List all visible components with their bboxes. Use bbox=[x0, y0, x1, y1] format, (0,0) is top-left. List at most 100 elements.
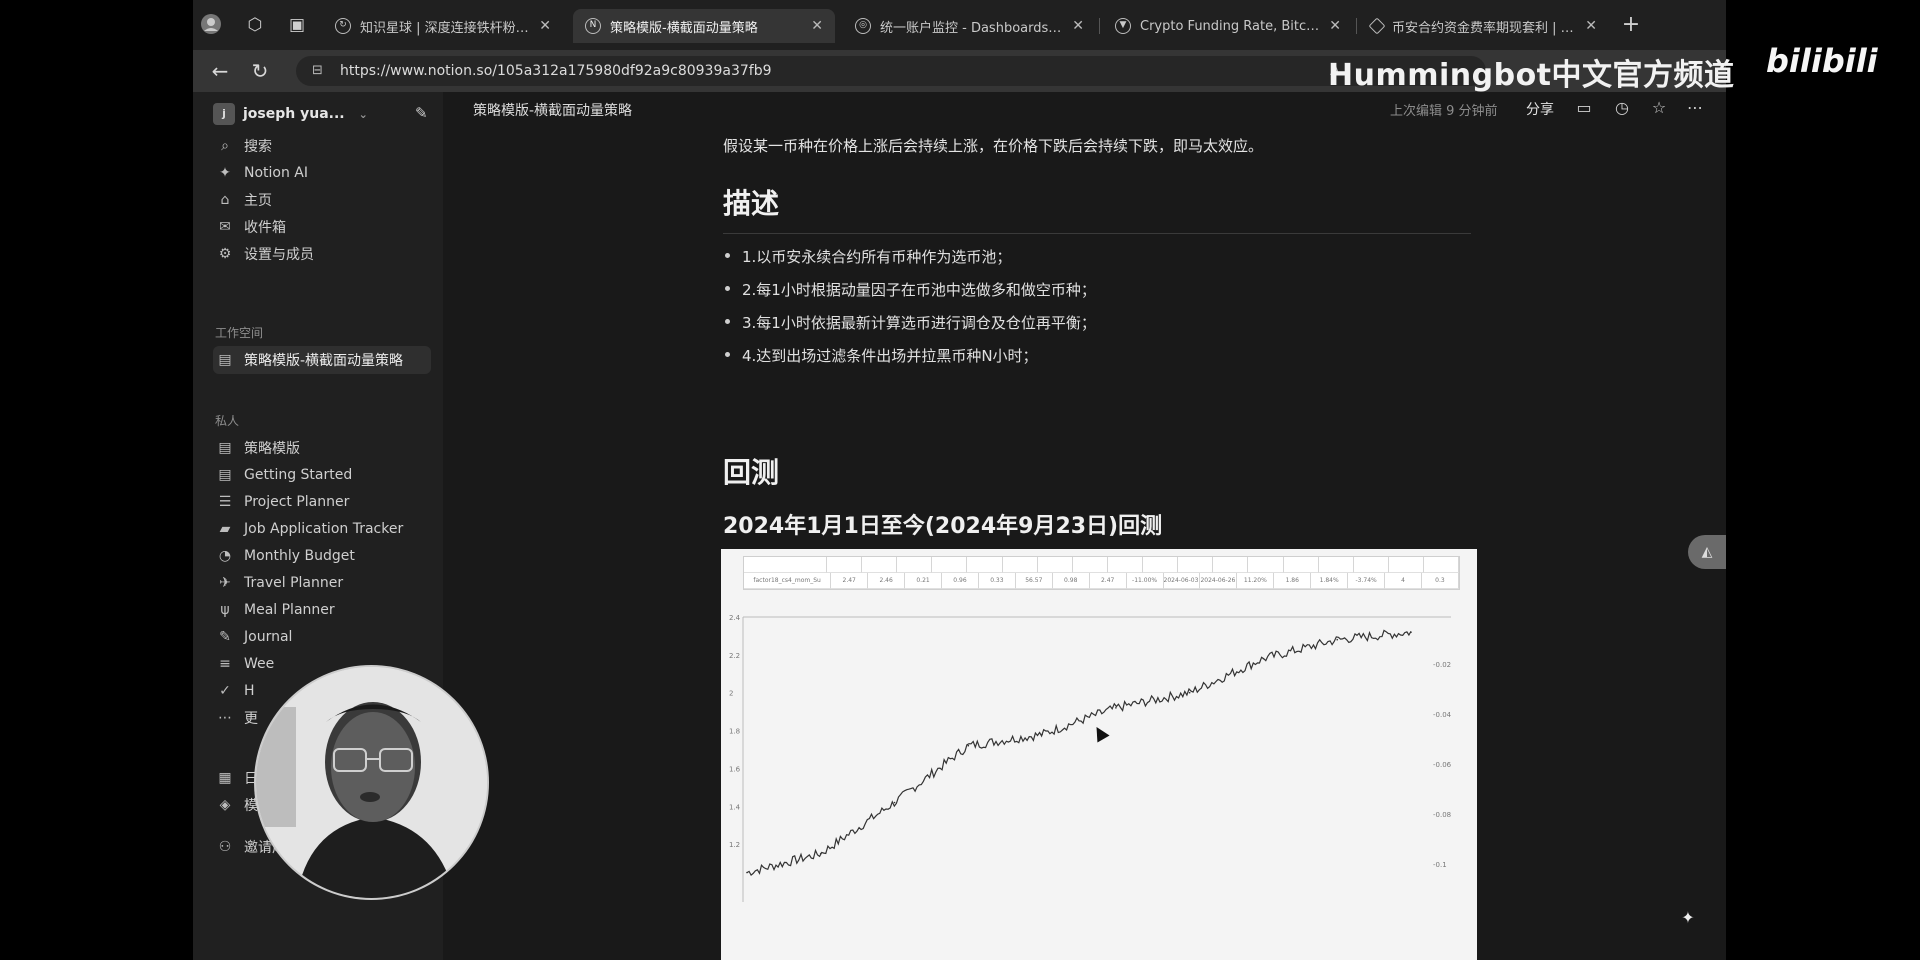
tab-separator bbox=[1099, 18, 1100, 34]
sidebar-item-settings[interactable]: ⚙ 设置与成员 bbox=[213, 240, 431, 268]
metrics-cell bbox=[826, 557, 862, 573]
y-tick-label: 2 bbox=[729, 690, 733, 698]
metrics-cell: 1.86 bbox=[1274, 573, 1312, 589]
share-button[interactable]: 分享 bbox=[1526, 99, 1554, 119]
tab-dashboards[interactable]: ◎ 统一账户监控 - Dashboards - G ✕ bbox=[843, 9, 1096, 43]
metrics-cell bbox=[932, 557, 968, 573]
metrics-cell: 4 bbox=[1385, 573, 1422, 589]
tab-separator bbox=[1356, 18, 1357, 34]
sidebar-item-monthly-budget[interactable]: ◔ Monthly Budget bbox=[213, 542, 431, 570]
sidebar-item-project-planner[interactable]: ☰ Project Planner bbox=[213, 488, 431, 516]
list-item: 3.每1小时依据最新计算选币进行调仓及仓位再平衡； bbox=[725, 312, 1096, 333]
sidebar-item-journal[interactable]: ✎ Journal bbox=[213, 623, 431, 651]
floating-side-widget[interactable]: ◭ bbox=[1688, 535, 1726, 569]
metrics-cell bbox=[1248, 557, 1284, 573]
y-tick-label: 2.2 bbox=[729, 652, 740, 660]
plane-icon: ✈ bbox=[219, 575, 231, 591]
metrics-cell bbox=[1388, 557, 1424, 573]
home-icon: ⌂ bbox=[220, 192, 230, 208]
data-point bbox=[1410, 631, 1412, 633]
tab-funding-rate[interactable]: ▼ Crypto Funding Rate, Bitcoin F ✕ bbox=[1103, 9, 1353, 43]
metrics-cell bbox=[1213, 557, 1249, 573]
y-tick-label: 1.4 bbox=[729, 803, 741, 811]
star-icon[interactable]: ☆ bbox=[1648, 97, 1670, 119]
back-arrow-icon[interactable]: ← bbox=[207, 58, 233, 84]
metrics-cell: 2.47 bbox=[831, 573, 869, 589]
close-tab-icon[interactable]: ✕ bbox=[1329, 18, 1341, 34]
close-tab-icon[interactable]: ✕ bbox=[811, 18, 823, 34]
sidebar-item-travel-planner[interactable]: ✈ Travel Planner bbox=[213, 569, 431, 597]
list-item: 4.达到出场过滤条件出场并拉黑币种N小时； bbox=[725, 345, 1038, 366]
metrics-cell bbox=[1037, 557, 1073, 573]
bullet-dot-icon bbox=[725, 319, 730, 324]
tab-bar: ⬡ ▣ ↻ 知识星球 | 深度连接铁杆粉丝，运 ✕ N 策略模版-横截面动量策略… bbox=[193, 0, 1726, 50]
profile-avatar-icon[interactable] bbox=[199, 13, 223, 37]
metrics-cell: -11.00% bbox=[1126, 573, 1164, 589]
backtest-chart-image[interactable]: factor18_cs4_mom_Su 2.47 2.46 0.21 0.96 0.33 5… bbox=[721, 549, 1477, 960]
metrics-cell bbox=[967, 557, 1003, 573]
right-tick-label: -0.08 bbox=[1433, 811, 1451, 819]
metrics-table: factor18_cs4_mom_Su 2.47 2.46 0.21 0.96 0.33 5… bbox=[743, 556, 1460, 590]
metrics-cell bbox=[1283, 557, 1319, 573]
tab-binance[interactable]: 币安合约资金费率期现套利 | 币安 ✕ bbox=[1359, 9, 1609, 43]
sidebar-item-strategy-template[interactable]: ▤ 策略模版 bbox=[213, 434, 431, 462]
more-options-icon[interactable]: ⋯ bbox=[1684, 97, 1706, 119]
workspaces-icon[interactable]: ⬡ bbox=[243, 13, 267, 37]
page-icon: ▤ bbox=[218, 467, 232, 483]
sidebar-item-search[interactable]: ⌕ 搜索 bbox=[213, 132, 431, 160]
pencil-icon: ✎ bbox=[219, 629, 231, 645]
sidebar-item-meal-planner[interactable]: ψ Meal Planner bbox=[213, 596, 431, 624]
close-tab-icon[interactable]: ✕ bbox=[539, 18, 551, 34]
metrics-cell: 2024-06-03 13:00:00 bbox=[1163, 573, 1201, 589]
site-info-icon[interactable]: ⊟ bbox=[312, 56, 323, 86]
workspace-switcher[interactable]: j joseph yua... ⌄ bbox=[213, 100, 368, 128]
url-input[interactable]: ⊟ https://www.notion.so/105a312a175980df… bbox=[296, 56, 1486, 86]
new-page-icon[interactable]: ✎ bbox=[415, 104, 435, 124]
metrics-cell: 0.96 bbox=[942, 573, 979, 589]
data-point bbox=[893, 801, 896, 804]
workspace-avatar: j bbox=[213, 103, 235, 125]
briefcase-icon: ▰ bbox=[219, 521, 231, 537]
metrics-cell bbox=[1072, 557, 1108, 573]
bilibili-logo: bilibili bbox=[1766, 42, 1878, 80]
data-point bbox=[967, 744, 970, 747]
list-icon: ≡ bbox=[219, 656, 231, 672]
tab-notion[interactable]: N 策略模版-横截面动量策略 ✕ bbox=[573, 9, 835, 43]
page-icon: ▤ bbox=[218, 440, 232, 456]
url-text: https://www.notion.so/105a312a175980df92… bbox=[340, 63, 772, 79]
new-tab-button[interactable]: + bbox=[1619, 13, 1643, 37]
tab-zsxq[interactable]: ↻ 知识星球 | 深度连接铁杆粉丝，运 ✕ bbox=[323, 9, 563, 43]
checklist-icon: ☰ bbox=[218, 494, 232, 510]
breadcrumb[interactable]: 策略模版-横截面动量策略 bbox=[473, 100, 632, 120]
fork-knife-icon: ψ bbox=[220, 602, 230, 618]
heading-backtest: 回测 bbox=[723, 456, 780, 489]
sidebar-item-getting-started[interactable]: ▤ Getting Started bbox=[213, 461, 431, 489]
binance-favicon-icon bbox=[1368, 17, 1386, 35]
metrics-value-row: factor18_cs4_mom_Su 2.47 2.46 0.21 0.96 0.33 5… bbox=[744, 573, 1459, 589]
equity-curve-line bbox=[746, 629, 1412, 877]
close-tab-icon[interactable]: ✕ bbox=[1072, 18, 1084, 34]
ai-sparkle-icon[interactable]: ✦ bbox=[1676, 906, 1700, 930]
reload-icon[interactable]: ↻ bbox=[247, 58, 273, 84]
sidebar-item-inbox[interactable]: ✉ 收件箱 bbox=[213, 213, 431, 241]
inbox-icon: ✉ bbox=[219, 219, 231, 235]
sidebar-item-notion-ai[interactable]: ✦ Notion AI bbox=[213, 159, 431, 187]
data-point bbox=[1336, 638, 1339, 641]
history-clock-icon[interactable]: ◷ bbox=[1611, 97, 1633, 119]
metrics-cell: factor18_cs4_mom_Su bbox=[744, 573, 832, 589]
sidebar-item-strategy-page[interactable]: ▤ 策略模版-横截面动量策略 bbox=[213, 346, 431, 374]
funding-favicon-icon: ▼ bbox=[1115, 18, 1131, 34]
list-item: 1.以币安永续合约所有币种作为选币池； bbox=[725, 246, 1011, 267]
metrics-cell bbox=[1002, 557, 1038, 573]
metrics-cell bbox=[1353, 557, 1389, 573]
tab-actions-icon[interactable]: ▣ bbox=[285, 13, 309, 37]
metrics-cell bbox=[1107, 557, 1143, 573]
right-tick-label: -0.1 bbox=[1433, 861, 1447, 869]
data-point bbox=[1188, 691, 1191, 694]
metrics-cell: 11.20% bbox=[1237, 573, 1275, 589]
sidebar-item-job-tracker[interactable]: ▰ Job Application Tracker bbox=[213, 515, 431, 543]
comment-icon[interactable]: ▭ bbox=[1573, 97, 1595, 119]
sidebar-item-home[interactable]: ⌂ 主页 bbox=[213, 186, 431, 214]
close-tab-icon[interactable]: ✕ bbox=[1585, 18, 1597, 34]
calendar-icon: ▦ bbox=[218, 770, 232, 786]
